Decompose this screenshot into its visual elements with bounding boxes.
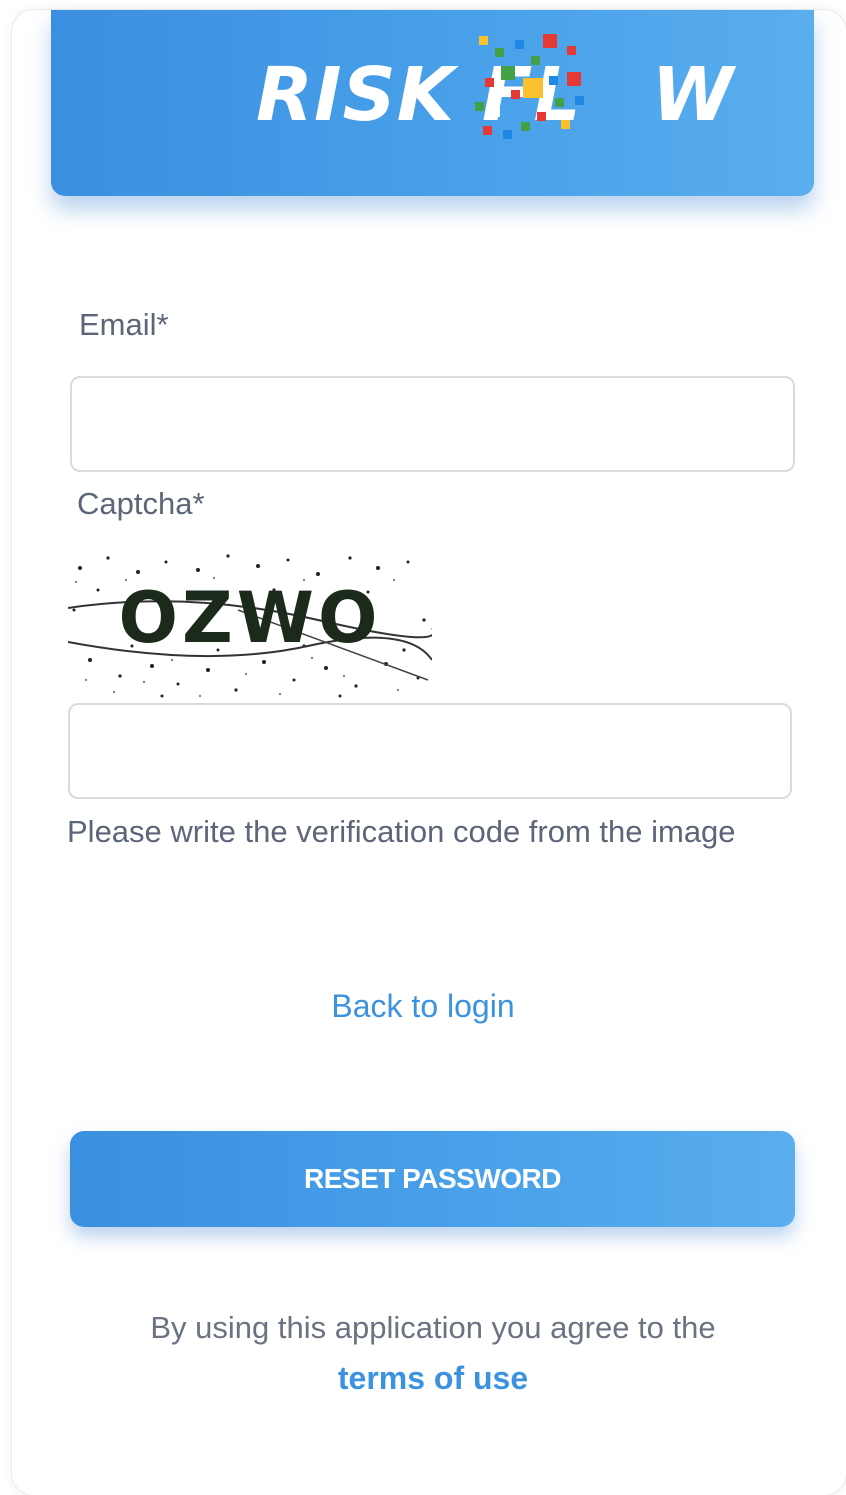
terms-of-use-link[interactable]: terms of use xyxy=(0,1360,846,1397)
captcha-hint: Please write the verification code from … xyxy=(67,814,736,849)
email-input[interactable] xyxy=(70,376,795,472)
brand-header: RISK FL W xyxy=(51,10,814,196)
logo-pixel-cluster xyxy=(471,32,591,142)
captcha-input[interactable] xyxy=(68,703,792,799)
email-label: Email* xyxy=(79,307,169,342)
reset-password-button[interactable]: RESET PASSWORD xyxy=(70,1131,795,1227)
back-to-login-link[interactable]: Back to login xyxy=(0,988,846,1025)
terms-prefix-text: By using this application you agree to t… xyxy=(150,1310,716,1345)
captcha-noise: OZWO xyxy=(67,554,435,698)
captcha-label: Captcha* xyxy=(77,486,205,521)
captcha-code: OZWO xyxy=(119,577,382,659)
captcha-image: OZWO xyxy=(67,550,435,700)
